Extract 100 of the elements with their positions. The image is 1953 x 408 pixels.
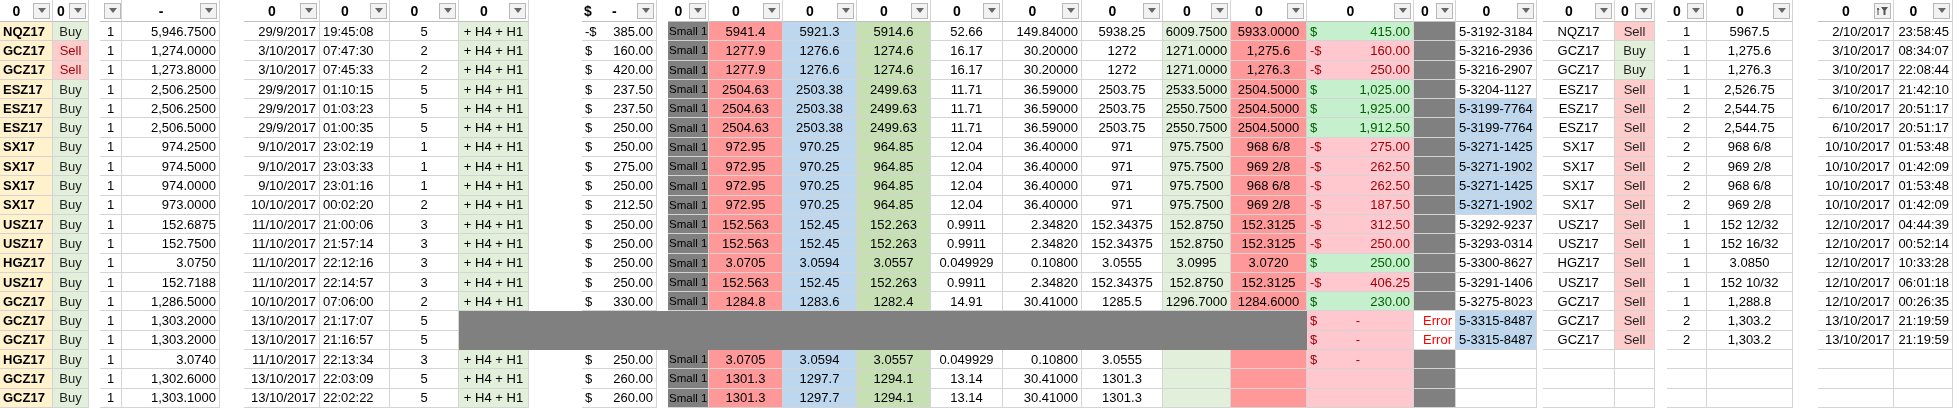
filter-dropdown[interactable] [439,2,456,19]
table-cell: 5-3271-1902 [1456,195,1537,215]
currency-sign: $ [585,178,593,193]
table-cell: 21:57:14 [320,234,390,254]
currency-sign: -$ [1310,62,1322,78]
table-cell: 2,506.2500 [122,99,220,119]
table-cell: HGZ17 [0,350,53,370]
table-cell: 1,274.0000 [122,41,220,61]
risk-amount: 330.00 [613,293,653,309]
filter-dropdown[interactable] [1773,2,1790,19]
table-cell: 2503.38 [783,118,857,138]
table-cell: 1,303.2000 [122,330,220,351]
table-cell: 152.563 [709,234,783,254]
table-cell: Sell [1615,137,1655,158]
table-cell: 3.0557 [857,350,931,370]
filter-dropdown[interactable] [1062,2,1079,19]
filter-dropdown[interactable] [983,2,1000,19]
filter-dropdown[interactable] [1287,2,1304,19]
filter-dropdown[interactable] [104,2,121,19]
table-cell: 12/10/2017 [1818,234,1894,254]
filter-dropdown[interactable] [1143,2,1160,19]
table-cell: 970.25 [783,157,857,177]
table-cell: 152 12/32 [1707,214,1793,235]
table-cell: 1,286.5000 [122,292,220,312]
table-cell: Sell [1615,330,1655,351]
table-cell: 11/10/2017 [244,272,320,293]
table-cell: 152.3125 [1231,214,1307,235]
table-cell: 6/10/2017 [1818,99,1894,119]
table-cell: 1274.6 [857,41,931,61]
filter-dropdown[interactable] [1211,2,1228,19]
filter-dropdown[interactable] [1595,2,1612,19]
filter-dropdown[interactable] [837,2,854,19]
caret-icon [1440,8,1449,13]
table-cell: SX17 [0,176,53,196]
table-cell [1414,388,1456,408]
caret-icon [1937,8,1946,13]
table-cell: Sell [1615,214,1655,235]
table-cell: 1 [100,292,122,312]
table-cell: Sell [1615,195,1655,215]
filter-dropdown[interactable] [1933,2,1950,19]
currency-sign: $ [585,351,593,367]
table-cell: Sell [53,41,89,61]
filter-dropdown[interactable] [1436,2,1453,19]
filter-dropdown[interactable] [763,2,780,19]
table-cell: 152.3125 [1231,272,1307,293]
table-cell: 01:42:09 [1894,157,1953,177]
table-cell: 01:10:15 [320,79,390,100]
table-cell: 1 [100,214,122,235]
pnl-amount: 415.00 [1370,23,1410,39]
table-cell: 6009.7500 [1163,22,1231,42]
filter-dropdown[interactable] [300,2,317,19]
table-cell: 10/10/2017 [244,292,320,312]
filter-dropdown[interactable] [1635,2,1652,19]
filter-dropdown[interactable] [200,2,217,19]
table-cell: 5 [390,99,459,119]
filter-dropdown[interactable] [33,2,50,19]
filter-dropdown[interactable] [1517,2,1534,19]
table-cell: GCZ17 [0,41,53,61]
table-cell [1615,350,1655,370]
table-cell: + H4 + H1 [459,369,529,389]
filter-dropdown[interactable] [1687,2,1704,19]
filter-dropdown[interactable] [689,2,706,19]
table-cell: 1296.7000 [1163,292,1231,312]
table-cell: 22:03:09 [320,369,390,389]
table-cell: Small 1 [668,350,709,370]
table-cell: 5921.3 [783,22,857,42]
table-cell: 2504.5000 [1231,79,1307,100]
table-cell: 5 [390,311,459,331]
currency-sign: $ [585,274,593,290]
table-cell: 152.3125 [1231,234,1307,254]
table-cell: 971 [1082,137,1163,158]
filter-dropdown[interactable] [1394,2,1411,19]
table-cell: Buy [1615,41,1655,61]
pnl-amount: 187.50 [1370,197,1410,213]
table-cell: 152.45 [783,214,857,235]
table-cell: 01:00:35 [320,118,390,138]
currency-sign: $ [1310,255,1318,271]
table-cell: 2550.7500 [1163,99,1231,119]
table-cell: 5-3315-8487 [1456,330,1537,351]
table-cell: SX17 [1543,137,1615,158]
currency-sign: $ [1310,293,1318,309]
table-cell: 2550.7500 [1163,118,1231,138]
table-cell: 2 [1667,330,1707,351]
filter-dropdown[interactable] [911,2,928,19]
table-cell: 975.7500 [1163,176,1231,196]
filter-dropdown[interactable] [637,2,654,19]
table-cell: 1294.1 [857,369,931,389]
table-cell: 10/10/2017 [1818,176,1894,196]
filter-dropdown[interactable] [370,2,387,19]
table-cell: + H4 + H1 [459,137,529,158]
table-cell: 2504.63 [709,79,783,100]
table-cell [1414,369,1456,389]
filter-dropdown[interactable] [1874,2,1891,19]
filter-dropdown[interactable] [509,2,526,19]
filter-dropdown[interactable] [69,2,86,19]
table-cell [1667,350,1707,370]
table-cell: Sell [1615,118,1655,138]
table-cell: 974.2500 [122,137,220,158]
table-cell: ESZ17 [0,118,53,138]
table-cell: 1 [100,311,122,331]
